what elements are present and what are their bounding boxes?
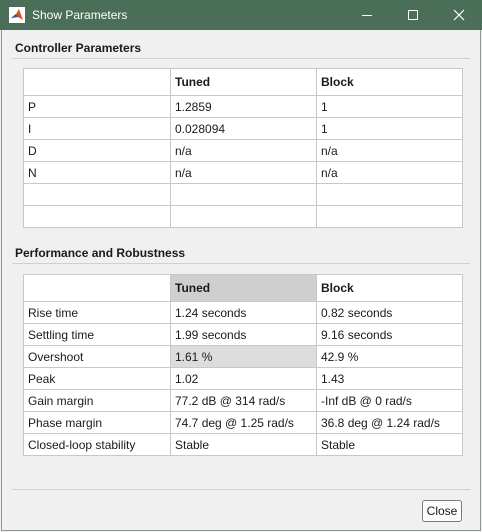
table-row[interactable]: D n/a n/a <box>23 139 463 162</box>
block-cell: 36.8 deg @ 1.24 rad/s <box>316 411 463 434</box>
tuned-cell: Stable <box>170 433 317 456</box>
table-row[interactable]: Closed-loop stability Stable Stable <box>23 433 463 456</box>
row-label: Gain margin <box>23 389 171 412</box>
divider <box>12 489 470 490</box>
table-header-row: Tuned Block <box>23 68 463 96</box>
block-cell: 1 <box>316 117 463 140</box>
row-label: N <box>23 161 171 184</box>
row-label: Overshoot <box>23 345 171 368</box>
row-label <box>23 205 171 228</box>
block-cell: 1 <box>316 95 463 118</box>
table-row[interactable]: Settling time 1.99 seconds 9.16 seconds <box>23 323 463 346</box>
row-label: Settling time <box>23 323 171 346</box>
maximize-icon <box>408 10 418 20</box>
block-cell: 1.43 <box>316 367 463 390</box>
table-header-row: Tuned Block <box>23 274 463 302</box>
controller-parameters-table: Tuned Block P 1.2859 1 I 0.028094 1 D n/… <box>23 68 463 228</box>
table-row[interactable]: P 1.2859 1 <box>23 95 463 118</box>
row-label: Phase margin <box>23 411 171 434</box>
tuned-cell: n/a <box>170 139 317 162</box>
tuned-cell: 1.2859 <box>170 95 317 118</box>
tuned-cell: 1.61 % <box>170 345 317 368</box>
column-header <box>23 274 171 302</box>
close-icon <box>453 9 465 21</box>
tuned-cell <box>170 205 317 228</box>
column-header-tuned: Tuned <box>170 274 317 302</box>
maximize-button[interactable] <box>390 0 436 30</box>
block-cell: Stable <box>316 433 463 456</box>
row-label: Closed-loop stability <box>23 433 171 456</box>
table-row[interactable] <box>23 205 463 228</box>
performance-robustness-heading: Performance and Robustness <box>15 246 186 260</box>
tuned-cell: 1.99 seconds <box>170 323 317 346</box>
table-row[interactable]: I 0.028094 1 <box>23 117 463 140</box>
tuned-cell: 1.02 <box>170 367 317 390</box>
block-cell: -Inf dB @ 0 rad/s <box>316 389 463 412</box>
controller-parameters-heading: Controller Parameters <box>15 41 142 55</box>
block-cell: n/a <box>316 139 463 162</box>
column-header <box>23 68 171 96</box>
close-button[interactable]: Close <box>422 500 462 522</box>
divider <box>12 263 470 264</box>
table-row[interactable]: Phase margin 74.7 deg @ 1.25 rad/s 36.8 … <box>23 411 463 434</box>
minimize-icon <box>362 15 372 16</box>
tuned-cell: n/a <box>170 161 317 184</box>
tuned-cell <box>170 183 317 206</box>
performance-robustness-table: Tuned Block Rise time 1.24 seconds 0.82 … <box>23 274 463 456</box>
row-label: D <box>23 139 171 162</box>
tuned-cell: 0.028094 <box>170 117 317 140</box>
block-cell: 9.16 seconds <box>316 323 463 346</box>
row-label: I <box>23 117 171 140</box>
row-label: Peak <box>23 367 171 390</box>
block-cell: n/a <box>316 161 463 184</box>
dialog-body: Controller Parameters Tuned Block P 1.28… <box>1 30 481 531</box>
minimize-button[interactable] <box>344 0 390 30</box>
table-row[interactable]: N n/a n/a <box>23 161 463 184</box>
row-label: Rise time <box>23 301 171 324</box>
row-label <box>23 183 171 206</box>
title-bar[interactable]: Show Parameters <box>0 0 482 30</box>
table-row[interactable] <box>23 183 463 206</box>
tuned-cell: 77.2 dB @ 314 rad/s <box>170 389 317 412</box>
divider <box>12 58 470 59</box>
column-header-tuned: Tuned <box>170 68 317 96</box>
block-cell <box>316 205 463 228</box>
window-title: Show Parameters <box>32 8 128 22</box>
table-row[interactable]: Gain margin 77.2 dB @ 314 rad/s -Inf dB … <box>23 389 463 412</box>
column-header-block: Block <box>316 68 463 96</box>
column-header-block: Block <box>316 274 463 302</box>
block-cell: 42.9 % <box>316 345 463 368</box>
row-label: P <box>23 95 171 118</box>
table-row[interactable]: Peak 1.02 1.43 <box>23 367 463 390</box>
block-cell: 0.82 seconds <box>316 301 463 324</box>
matlab-icon <box>9 7 25 23</box>
table-row[interactable]: Overshoot 1.61 % 42.9 % <box>23 345 463 368</box>
block-cell <box>316 183 463 206</box>
tuned-cell: 74.7 deg @ 1.25 rad/s <box>170 411 317 434</box>
close-window-button[interactable] <box>436 0 482 30</box>
tuned-cell: 1.24 seconds <box>170 301 317 324</box>
table-row[interactable]: Rise time 1.24 seconds 0.82 seconds <box>23 301 463 324</box>
